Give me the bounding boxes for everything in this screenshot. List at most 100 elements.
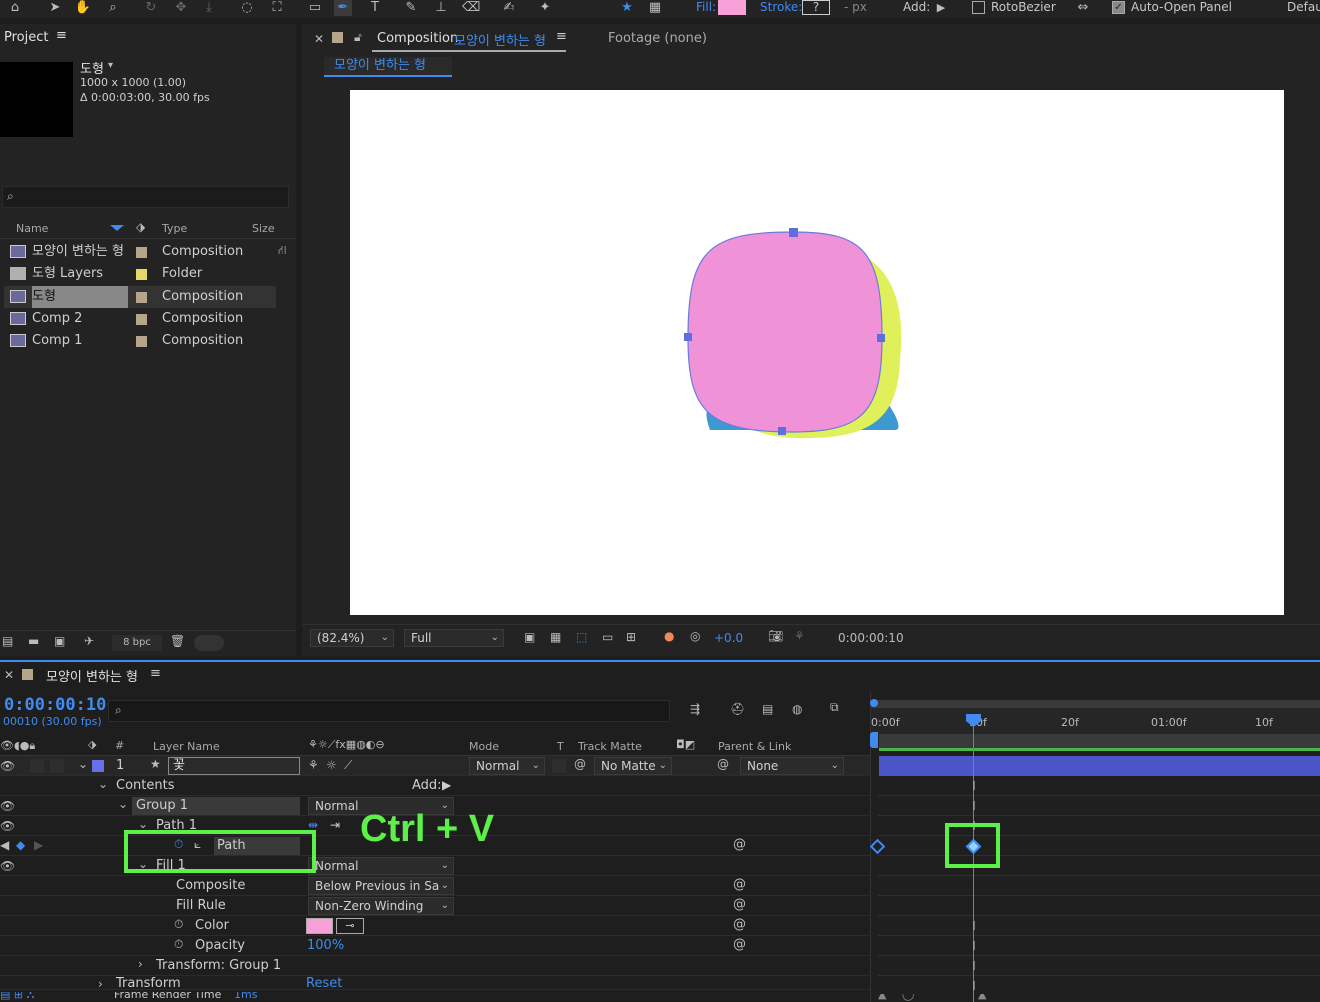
eyedropper-icon[interactable]: ⊸: [336, 918, 364, 934]
pick-whip-icon[interactable]: @: [733, 837, 746, 852]
project-tab[interactable]: Project: [4, 30, 48, 45]
footer-icons[interactable]: ▤ ⊞ ⛬: [0, 992, 34, 1002]
add-menu-icon[interactable]: ▶: [932, 0, 950, 16]
composite-dropdown[interactable]: Below Previous in Sa ⌄: [308, 877, 454, 895]
label-tag-icon[interactable]: ⬗: [136, 220, 145, 234]
camera-tool-icon[interactable]: ✥: [172, 0, 190, 16]
stopwatch-icon[interactable]: ⏱︎: [174, 937, 183, 952]
bpc-button[interactable]: 8 bpc: [112, 635, 162, 651]
group-name[interactable]: Group 1: [132, 797, 300, 815]
project-item-row[interactable]: Comp 1 Composition: [4, 330, 276, 352]
layer-mode-dropdown[interactable]: Normal ⌄: [469, 757, 545, 775]
home-icon[interactable]: ⌂: [6, 0, 24, 16]
draft-3d-icon[interactable]: ⛑: [730, 702, 745, 716]
composition-viewer[interactable]: [350, 90, 1284, 615]
star-shape-icon[interactable]: ★: [618, 0, 636, 16]
rotobezier-checkbox[interactable]: [972, 1, 985, 14]
col-mode[interactable]: Mode: [469, 740, 499, 753]
chevron-down-icon[interactable]: ⌄: [118, 797, 128, 811]
add-menu-icon[interactable]: ▶: [442, 778, 451, 792]
col-size[interactable]: Size: [252, 222, 275, 235]
clone-stamp-icon[interactable]: ⊥: [432, 0, 450, 16]
col-type[interactable]: Type: [162, 222, 187, 235]
fill-mode-dropdown[interactable]: Normal ⌄: [308, 857, 454, 875]
opacity-row[interactable]: ⏱︎ Opacity 100% @: [0, 936, 870, 956]
solo-box[interactable]: [30, 759, 44, 773]
composite-row[interactable]: Composite Below Previous in Sa ⌄ @: [0, 876, 870, 896]
trash-icon[interactable]: 🗑: [170, 634, 185, 648]
preserve-transparency-box[interactable]: [552, 759, 566, 773]
matte-spiral-icon[interactable]: @: [574, 757, 586, 771]
pick-whip-icon[interactable]: @: [733, 917, 746, 932]
transform-row[interactable]: › Transform Reset: [0, 976, 870, 990]
zoom-tool-icon[interactable]: ⌕: [104, 0, 122, 16]
puppet-pin-icon[interactable]: ✦: [536, 0, 554, 16]
color-channels-icon[interactable]: ●: [664, 629, 674, 643]
zoom-dropdown[interactable]: (82.4%) ⌄: [310, 629, 394, 647]
guides-icon[interactable]: ▭: [602, 630, 613, 644]
next-keyframe-icon[interactable]: ▶: [34, 838, 43, 852]
col-name[interactable]: Name: [16, 222, 48, 235]
panel-menu-icon[interactable]: ≡: [150, 666, 161, 681]
label-color-swatch[interactable]: [136, 292, 147, 303]
reverse-direction-icon[interactable]: ⇥: [330, 818, 340, 832]
region-icon[interactable]: ▣: [524, 630, 535, 644]
fill-rule-dropdown[interactable]: Non-Zero Winding ⌄: [308, 897, 454, 915]
time-ruler[interactable]: 0:00f 10f 20f 01:00f 10f: [871, 708, 1320, 734]
timeline-search-input[interactable]: ⌕: [108, 700, 670, 722]
hand-tool-icon[interactable]: ✋: [74, 0, 92, 16]
timeline-tab-name[interactable]: 모양이 변하는 형: [46, 666, 138, 685]
track-matte-dropdown[interactable]: No Matte ⌄: [594, 757, 672, 775]
quality-switch-icon[interactable]: ⟋: [344, 758, 352, 773]
roto-brush-icon[interactable]: ✍: [500, 0, 518, 16]
eraser-tool-icon[interactable]: ⌫: [462, 0, 480, 16]
new-comp-icon[interactable]: ▣: [54, 634, 65, 648]
stopwatch-icon[interactable]: ⏱︎: [174, 917, 183, 932]
comp-flowchart-icon[interactable]: ⇶: [690, 702, 700, 716]
zoom-slider[interactable]: ▲ ◯ ▲: [878, 994, 1320, 1002]
panel-menu-icon[interactable]: ≡: [56, 28, 67, 43]
opacity-value[interactable]: 100%: [307, 936, 344, 956]
pin-icon[interactable]: ✈: [84, 634, 94, 648]
flowchart-icon[interactable]: ⛙: [278, 243, 286, 259]
stroke-width[interactable]: - px: [844, 0, 867, 14]
lock-icon[interactable]: 🔓︎: [354, 30, 362, 45]
workspace-default[interactable]: Defau: [1287, 0, 1320, 14]
chevron-down-icon[interactable]: ▾: [108, 60, 113, 71]
show-snapshot-icon[interactable]: ⚘: [794, 629, 805, 643]
label-color-swatch[interactable]: [136, 247, 147, 258]
transparency-grid-icon[interactable]: ▦: [550, 630, 561, 644]
project-item-row[interactable]: 도형 Layers Folder: [4, 263, 276, 285]
breadcrumb[interactable]: 모양이 변하는 형: [324, 57, 452, 77]
rotate-tool-icon[interactable]: ↻: [142, 0, 160, 16]
eye-icon[interactable]: 👁︎: [0, 819, 15, 833]
reset-link[interactable]: Reset: [306, 976, 342, 989]
auto-open-checkbox[interactable]: ✓: [1112, 1, 1125, 14]
col-layer-name[interactable]: Layer Name: [153, 740, 220, 753]
new-folder-icon[interactable]: ▬: [28, 634, 39, 648]
fill-color-swatch[interactable]: [718, 0, 746, 15]
selection-tool-icon[interactable]: ➤: [46, 0, 64, 16]
lock-box[interactable]: [50, 759, 64, 773]
stroke-swatch[interactable]: ?: [802, 0, 830, 15]
transform-group-row[interactable]: › Transform: Group 1: [0, 956, 870, 976]
layer-duration-bar[interactable]: [879, 756, 1320, 776]
col-track-matte[interactable]: Track Matte: [578, 740, 642, 753]
layer-name-field[interactable]: 꽃: [168, 757, 300, 775]
pan-behind-tool-icon[interactable]: ⤓: [200, 0, 218, 16]
pick-whip-icon[interactable]: @: [717, 757, 729, 771]
brush-tool-icon[interactable]: ✎: [402, 0, 420, 16]
eye-icon[interactable]: 👁︎: [0, 759, 15, 773]
type-tool-icon[interactable]: T: [366, 0, 384, 16]
work-area-start-handle[interactable]: [870, 732, 878, 748]
project-item-row[interactable]: Comp 2 Composition: [4, 308, 276, 330]
puppet-icon[interactable]: ⛶: [268, 0, 286, 16]
work-area-start-cap[interactable]: [870, 699, 878, 707]
contents-row[interactable]: ⌄ Contents Add: ▶: [0, 776, 870, 796]
chevron-right-icon[interactable]: ›: [138, 957, 143, 971]
panel-menu-icon[interactable]: ≡: [556, 29, 567, 44]
label-color-swatch[interactable]: [136, 336, 147, 347]
add-keyframe-icon[interactable]: ◆: [16, 838, 25, 852]
rectangle-tool-icon[interactable]: ▭: [306, 0, 324, 16]
project-item-row[interactable]: 모양이 변하는 형 Composition: [4, 241, 276, 263]
